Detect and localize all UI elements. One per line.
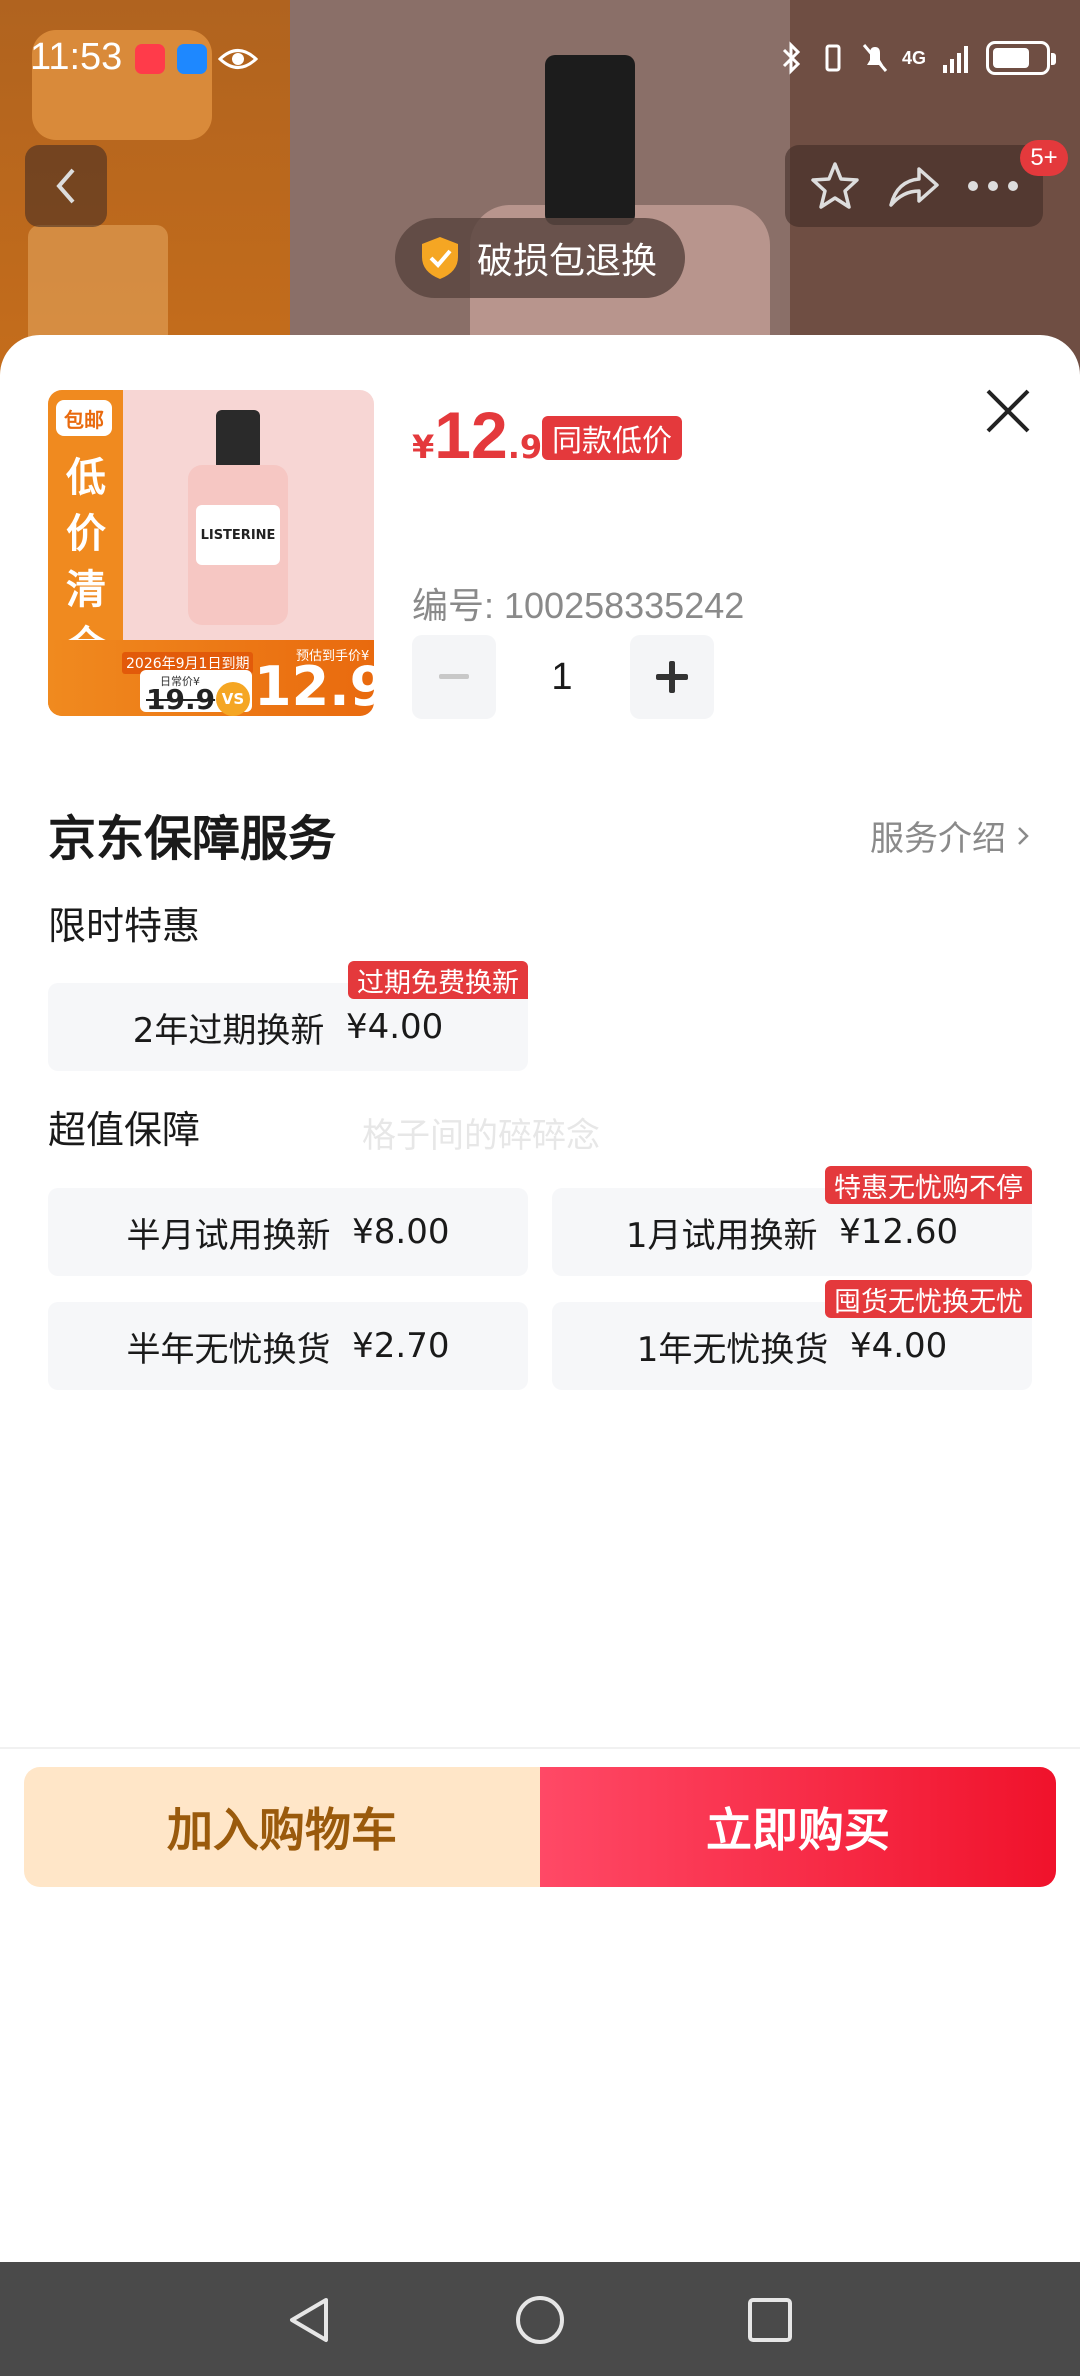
quantity-increase-button[interactable]	[630, 635, 714, 719]
star-icon	[810, 162, 859, 209]
service-option-price: ¥4.00	[849, 1326, 948, 1366]
product-price: ¥ 12 .9	[412, 397, 542, 473]
free-shipping-badge: 包邮	[56, 400, 112, 436]
nav-recent-icon[interactable]	[742, 2292, 798, 2348]
price-currency: ¥	[412, 428, 435, 466]
signal-icon	[943, 46, 968, 73]
close-button[interactable]	[982, 385, 1034, 437]
bottle-brand: LISTERINE	[196, 505, 280, 565]
price-integer: 12	[434, 398, 508, 472]
share-icon	[889, 167, 939, 207]
group-label-limited: 限时特惠	[48, 904, 201, 948]
message-notification-icon	[177, 44, 207, 74]
guarantee-text: 破损包退换	[477, 241, 658, 282]
bottom-divider	[0, 1747, 1080, 1749]
service-intro-link[interactable]: 服务介绍	[870, 811, 1030, 860]
nav-back-icon[interactable]	[282, 2292, 338, 2348]
service-option[interactable]: 半年无忧换货 ¥2.70	[48, 1302, 528, 1390]
product-thumbnail[interactable]: 包邮 低价清仓 LISTERINE 2026年9月1日到期 日常价¥ 19.9 …	[48, 390, 374, 716]
service-option-price: ¥12.60	[839, 1212, 959, 1252]
service-option-name: 2年过期换新	[132, 1010, 325, 1051]
status-time: 11:53	[30, 36, 123, 78]
thumb-vs: VS	[216, 682, 250, 716]
service-option-price: ¥8.00	[352, 1212, 450, 1252]
service-option-price: ¥4.00	[345, 1007, 444, 1047]
mute-bell-icon	[862, 44, 888, 72]
bottle-cap	[216, 410, 260, 470]
product-sku: 编号: 100258335242	[412, 585, 745, 626]
shield-check-icon	[422, 237, 458, 279]
bluetooth-icon	[782, 41, 801, 75]
share-button[interactable]	[879, 151, 949, 221]
service-option-name: 半年无忧换货	[126, 1329, 331, 1370]
system-nav-bar	[0, 2262, 1080, 2376]
more-dots-icon	[968, 181, 1019, 191]
more-button[interactable]	[958, 151, 1028, 221]
quantity-value[interactable]: 1	[520, 635, 604, 719]
status-bar: 11:53 4G	[0, 0, 1080, 120]
services-title: 京东保障服务	[48, 811, 337, 867]
quantity-decrease-button[interactable]	[412, 635, 496, 719]
service-option[interactable]: 半月试用换新 ¥8.00	[48, 1188, 528, 1276]
service-option-name: 1年无忧换货	[636, 1329, 829, 1370]
eye-icon	[218, 49, 258, 69]
guarantee-pill[interactable]: 破损包退换	[395, 218, 685, 298]
service-option-price: ¥2.70	[352, 1326, 450, 1366]
top-actions	[785, 145, 1043, 227]
minus-icon	[439, 674, 469, 679]
favorite-button[interactable]	[800, 151, 870, 221]
battery-icon	[986, 41, 1056, 75]
purchase-sheet: 包邮 低价清仓 LISTERINE 2026年9月1日到期 日常价¥ 19.9 …	[0, 335, 1080, 2262]
group-label-value: 超值保障	[48, 1108, 201, 1152]
vibrate-icon	[825, 44, 841, 72]
nav-home-icon[interactable]	[512, 2292, 568, 2348]
buy-now-button[interactable]: 立即购买	[540, 1767, 1056, 1887]
message-count-badge: 5+	[1020, 140, 1068, 176]
service-option-name: 1月试用换新	[625, 1215, 818, 1256]
status-icons: 4G	[776, 40, 1056, 76]
chevron-right-icon	[1018, 826, 1029, 845]
product-bottle: LISTERINE	[188, 410, 288, 625]
app-notification-icon	[135, 44, 165, 74]
chevron-left-icon	[56, 168, 75, 204]
service-option-tag: 过期免费换新	[348, 961, 528, 999]
thumb-est-price: 12.9	[254, 655, 374, 716]
plus-icon	[656, 661, 688, 693]
service-option-name: 半月试用换新	[126, 1215, 331, 1256]
back-button[interactable]	[25, 145, 107, 227]
service-option-tag: 特惠无忧购不停	[825, 1166, 1032, 1204]
service-option-tag: 囤货无忧换无忧	[825, 1280, 1032, 1318]
network-type: 4G	[901, 47, 926, 68]
add-to-cart-button[interactable]: 加入购物车	[24, 1767, 540, 1887]
watermark-text: 格子间的碎碎念	[362, 1116, 600, 1156]
close-icon	[986, 389, 1030, 433]
service-intro-label: 服务介绍	[870, 819, 1006, 859]
low-price-tag: 同款低价	[542, 416, 682, 460]
price-decimal: .9	[507, 428, 543, 466]
thumb-daily-price: 19.9	[146, 683, 216, 716]
